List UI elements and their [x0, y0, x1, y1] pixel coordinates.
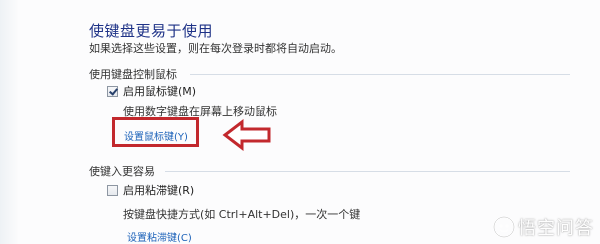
sticky-keys-checkbox[interactable]	[107, 184, 118, 196]
watermark: 悟空问答	[493, 214, 594, 240]
left-arrow-outline-icon	[222, 119, 271, 151]
section-header-typing: 使键入更容易	[89, 165, 155, 178]
mouse-keys-checkbox[interactable]	[107, 85, 118, 97]
mouse-keys-checkbox-label: 启用鼠标键(M)	[123, 85, 197, 98]
annotation-highlight-box	[112, 117, 199, 147]
page-title: 使键盘更易于使用	[89, 22, 214, 40]
sticky-keys-description: 按键盘快捷方式(如 Ctrl+Alt+Del)，一次一个键	[123, 208, 361, 221]
section-divider	[165, 171, 570, 172]
mouse-keys-checkbox-row[interactable]: 启用鼠标键(M)	[107, 83, 196, 99]
section-divider	[190, 74, 570, 75]
sticky-keys-checkbox-row[interactable]: 启用粘滞键(R)	[107, 182, 194, 198]
ease-of-access-panel: 使键盘更易于使用 如果选择这些设置，则在每次登录时都将自动启动。 使用键盘控制鼠…	[0, 0, 600, 244]
page-subtitle: 如果选择这些设置，则在每次登录时都将自动启动。	[89, 42, 342, 55]
wukong-logo-icon	[493, 216, 515, 238]
section-header-mouse-control: 使用键盘控制鼠标	[89, 68, 177, 81]
setup-sticky-keys-link[interactable]: 设置粘滞键(C)	[127, 229, 192, 244]
sticky-keys-checkbox-label: 启用粘滞键(R)	[123, 184, 195, 197]
watermark-text: 悟空问答	[518, 218, 594, 239]
left-nav-strip	[0, 0, 18, 244]
